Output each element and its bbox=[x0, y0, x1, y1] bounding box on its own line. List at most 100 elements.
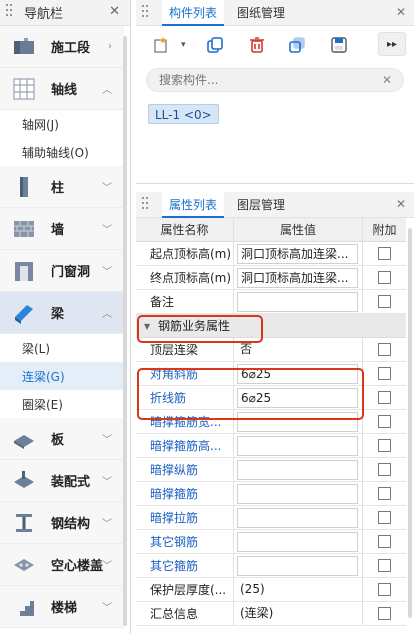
save-icon[interactable] bbox=[328, 34, 350, 56]
property-value-cell[interactable] bbox=[235, 506, 361, 529]
layer-copy-icon[interactable] bbox=[286, 34, 308, 56]
property-value[interactable]: (连梁) bbox=[235, 606, 273, 620]
property-value-input[interactable] bbox=[237, 412, 358, 432]
property-value-cell[interactable] bbox=[235, 458, 361, 481]
nav-item-construction-stage[interactable]: 施工段 › bbox=[0, 26, 124, 68]
tab-property-list[interactable]: 属性列表 bbox=[162, 192, 225, 218]
attach-checkbox[interactable] bbox=[378, 487, 391, 500]
attach-checkbox[interactable] bbox=[378, 583, 391, 596]
chevron-down-icon[interactable]: ﹀ bbox=[102, 515, 112, 530]
attach-checkbox[interactable] bbox=[378, 247, 391, 260]
clear-search-icon[interactable]: ✕ bbox=[380, 73, 394, 87]
attach-checkbox[interactable] bbox=[378, 343, 391, 356]
drag-handle-icon[interactable] bbox=[142, 197, 150, 213]
property-value-cell[interactable] bbox=[235, 482, 361, 505]
attach-checkbox[interactable] bbox=[378, 511, 391, 524]
nav-subitem-axis-net[interactable]: 轴网(J) bbox=[0, 110, 124, 138]
nav-subitem-coupling-beam[interactable]: 连梁(G) bbox=[0, 362, 124, 390]
nav-item-door-window[interactable]: 门窗洞 ﹀ bbox=[0, 250, 124, 292]
property-scrollbar[interactable] bbox=[408, 228, 412, 618]
chevron-right-icon[interactable]: › bbox=[108, 41, 112, 52]
header-property-name: 属性名称 bbox=[136, 218, 234, 241]
drag-handle-icon[interactable] bbox=[142, 5, 150, 21]
property-value[interactable]: 否 bbox=[235, 342, 252, 356]
nav-subitem-ring-beam[interactable]: 圈梁(E) bbox=[0, 390, 124, 418]
property-value-cell[interactable]: 洞口顶标高加连梁... bbox=[235, 266, 361, 289]
property-value-input[interactable]: 6⌀25 bbox=[237, 364, 358, 384]
chevron-down-icon[interactable]: ﹀ bbox=[102, 599, 112, 614]
property-value-cell[interactable] bbox=[235, 434, 361, 457]
collapse-triangle-icon[interactable]: ▼ bbox=[144, 322, 150, 331]
dropdown-arrow-icon[interactable]: ▾ bbox=[181, 34, 186, 56]
property-value-input[interactable] bbox=[237, 508, 358, 528]
expand-more-button[interactable]: ▸▸ bbox=[378, 32, 406, 56]
attach-checkbox[interactable] bbox=[378, 367, 391, 380]
property-value-cell[interactable]: 6⌀25 bbox=[235, 386, 361, 409]
attach-checkbox[interactable] bbox=[378, 295, 391, 308]
new-component-icon[interactable] bbox=[150, 34, 172, 56]
property-value-input[interactable] bbox=[237, 532, 358, 552]
property-value-input[interactable] bbox=[237, 556, 358, 576]
chevron-down-icon[interactable]: ﹀ bbox=[102, 557, 112, 572]
chevron-down-icon[interactable]: ﹀ bbox=[102, 263, 112, 278]
property-value-input[interactable]: 洞口顶标高加连梁... bbox=[237, 244, 358, 264]
tab-layer-management[interactable]: 图层管理 bbox=[230, 192, 292, 218]
attach-checkbox[interactable] bbox=[378, 559, 391, 572]
nav-item-wall[interactable]: 墙 ﹀ bbox=[0, 208, 124, 250]
nav-subitem-auxiliary-axis[interactable]: 辅助轴线(O) bbox=[0, 138, 124, 166]
nav-item-stair[interactable]: 楼梯 ﹀ bbox=[0, 586, 124, 628]
nav-item-hollow-floor[interactable]: 空心楼盖 ﹀ bbox=[0, 544, 124, 586]
drag-handle-icon[interactable] bbox=[6, 4, 14, 20]
property-value-cell[interactable]: 否 bbox=[235, 338, 361, 361]
property-value-cell[interactable] bbox=[235, 554, 361, 577]
property-group-rebar[interactable]: ▼ 钢筋业务属性 bbox=[136, 314, 406, 338]
chevron-up-icon[interactable]: ︿ bbox=[102, 81, 112, 96]
component-search-input[interactable] bbox=[146, 68, 404, 92]
nav-item-slab[interactable]: 板 ﹀ bbox=[0, 418, 124, 460]
property-value-cell[interactable]: 洞口顶标高加连梁... bbox=[235, 242, 361, 265]
attach-checkbox[interactable] bbox=[378, 391, 391, 404]
property-value-input[interactable] bbox=[237, 292, 358, 312]
component-list-item[interactable]: LL-1 <0> bbox=[148, 104, 219, 124]
chevron-down-icon[interactable]: ﹀ bbox=[102, 431, 112, 446]
property-value-input[interactable]: 6⌀25 bbox=[237, 388, 358, 408]
delete-icon[interactable] bbox=[246, 34, 268, 56]
nav-item-steel-structure[interactable]: 钢结构 ﹀ bbox=[0, 502, 124, 544]
chevron-down-icon[interactable]: ﹀ bbox=[102, 221, 112, 236]
nav-item-beam[interactable]: 梁 ︿ bbox=[0, 292, 124, 334]
attach-cell bbox=[362, 578, 406, 601]
chevron-up-icon[interactable]: ︿ bbox=[102, 305, 112, 320]
copy-icon[interactable] bbox=[204, 34, 226, 56]
property-value-input[interactable] bbox=[237, 484, 358, 504]
close-icon[interactable]: ✕ bbox=[396, 197, 406, 211]
close-icon[interactable]: ✕ bbox=[109, 4, 120, 19]
attach-checkbox[interactable] bbox=[378, 415, 391, 428]
property-value[interactable]: (25) bbox=[235, 582, 265, 596]
property-value-cell[interactable] bbox=[235, 410, 361, 433]
nav-item-label: 梁 bbox=[51, 307, 65, 322]
close-icon[interactable]: ✕ bbox=[396, 5, 406, 19]
chevron-down-icon[interactable]: ﹀ bbox=[102, 179, 112, 194]
tab-component-list[interactable]: 构件列表 bbox=[162, 0, 225, 26]
property-value-cell[interactable] bbox=[235, 530, 361, 553]
property-value-cell[interactable] bbox=[235, 290, 361, 313]
tab-drawing-management[interactable]: 图纸管理 bbox=[230, 0, 292, 26]
nav-scrollbar[interactable] bbox=[123, 36, 127, 626]
chevron-down-icon[interactable]: ﹀ bbox=[102, 473, 112, 488]
nav-item-prefab[interactable]: 装配式 ﹀ bbox=[0, 460, 124, 502]
property-value-input[interactable] bbox=[237, 460, 358, 480]
group-title: 钢筋业务属性 bbox=[158, 319, 231, 333]
nav-item-column[interactable]: 柱 ﹀ bbox=[0, 166, 124, 208]
attach-checkbox[interactable] bbox=[378, 535, 391, 548]
property-value-cell[interactable]: (连梁) bbox=[235, 602, 361, 625]
property-value-input[interactable] bbox=[237, 436, 358, 456]
property-value-input[interactable]: 洞口顶标高加连梁... bbox=[237, 268, 358, 288]
attach-checkbox[interactable] bbox=[378, 271, 391, 284]
attach-checkbox[interactable] bbox=[378, 439, 391, 452]
nav-item-axis[interactable]: 轴线 ︿ bbox=[0, 68, 124, 110]
attach-checkbox[interactable] bbox=[378, 463, 391, 476]
property-value-cell[interactable]: 6⌀25 bbox=[235, 362, 361, 385]
property-value-cell[interactable]: (25) bbox=[235, 578, 361, 601]
attach-checkbox[interactable] bbox=[378, 607, 391, 620]
nav-subitem-beam[interactable]: 梁(L) bbox=[0, 334, 124, 362]
